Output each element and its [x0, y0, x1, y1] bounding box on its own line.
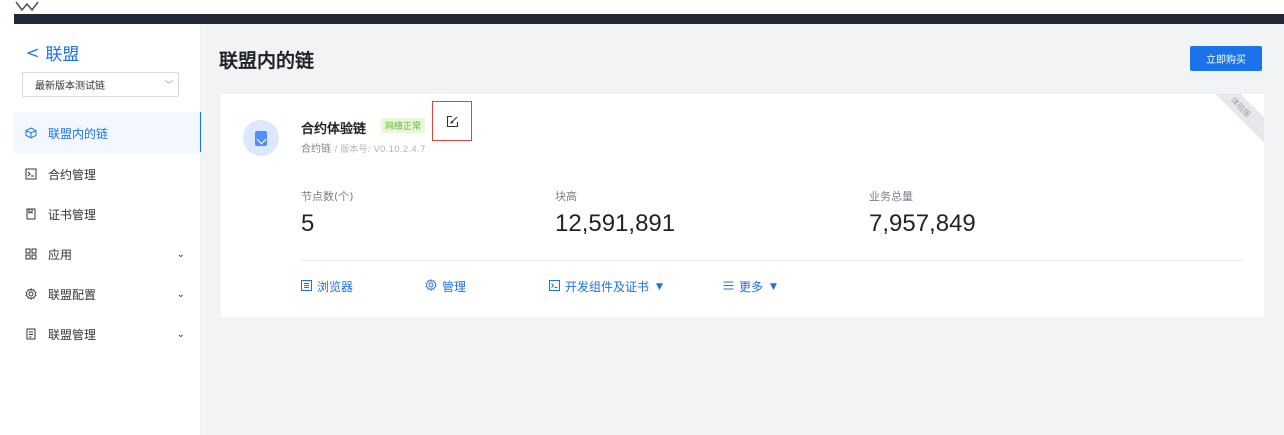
chain-type: 合约链	[301, 144, 331, 155]
chain-name: 合约体验链	[301, 122, 367, 137]
chevron-down-icon: ⌄	[176, 248, 185, 260]
stat-business-total: 业务总量 7,957,849	[869, 188, 976, 238]
gear-icon	[24, 287, 38, 301]
chevron-down-icon: ⌄	[176, 288, 185, 300]
sidebar-item-label: 联盟内的链	[48, 126, 109, 141]
stat-label: 节点数(个)	[301, 190, 354, 203]
sidebar-item-certificates[interactable]: 证书管理	[14, 194, 201, 234]
gear-icon	[425, 278, 437, 294]
action-label: 管理	[442, 280, 467, 294]
dev-components-dropdown[interactable]: 开发组件及证书 ▼	[549, 278, 663, 295]
sidebar-item-contracts[interactable]: 合约管理	[14, 154, 201, 194]
chevron-left-icon: <	[26, 43, 40, 62]
stat-label: 业务总量	[869, 190, 913, 203]
terminal-icon	[549, 279, 560, 294]
cube-icon	[24, 126, 38, 140]
version-value: V0.10.2.4.7	[373, 145, 426, 155]
header-strip	[14, 14, 1284, 24]
sidebar-item-chains[interactable]: 联盟内的链	[14, 112, 202, 154]
buy-now-button[interactable]: 立即购买	[1190, 46, 1262, 71]
chevron-down-icon: ⌄	[176, 328, 185, 340]
status-badge: 网络正常	[381, 118, 426, 133]
sidebar-item-label: 证书管理	[48, 207, 97, 222]
action-label: 开发组件及证书	[565, 280, 650, 294]
certificate-icon	[24, 207, 38, 221]
menu-icon	[723, 280, 734, 294]
main-content: 联盟内的链 立即购买 体验版 合约体验链 网络正常 合约链 / 版本号: V0.…	[201, 24, 1284, 435]
chain-select-value: 最新版本测试链	[35, 81, 105, 92]
back-label: 联盟	[45, 45, 80, 65]
stat-block-height: 块高 12,591,891	[555, 188, 675, 238]
document-icon	[255, 130, 267, 146]
separator: /	[334, 145, 338, 155]
action-label: 更多	[739, 280, 764, 294]
apps-grid-icon	[24, 247, 38, 261]
manage-link[interactable]: 管理	[425, 278, 466, 295]
sidebar-item-label: 应用	[48, 247, 73, 262]
edit-button[interactable]	[432, 101, 472, 141]
more-dropdown[interactable]: 更多 ▼	[723, 278, 777, 295]
version-label: 版本号:	[340, 145, 371, 155]
edit-icon	[446, 115, 458, 127]
stat-value: 12,591,891	[555, 210, 676, 237]
caret-down-icon: ▼	[656, 281, 663, 292]
sidebar-nav: 联盟内的链 合约管理 证书管理 应用 ⌄ 联盟配置 ⌄ 联盟管理 ⌄	[14, 112, 202, 354]
page-title: 联盟内的链	[219, 50, 315, 72]
sidebar-item-alliance-management[interactable]: 联盟管理 ⌄	[14, 314, 201, 354]
action-label: 浏览器	[317, 280, 354, 294]
stat-value: 7,957,849	[869, 210, 976, 237]
chain-select[interactable]: 最新版本测试链 ﹀	[22, 72, 179, 97]
sidebar-item-label: 联盟管理	[48, 327, 97, 342]
sidebar-item-label: 合约管理	[48, 167, 97, 182]
chain-avatar	[243, 120, 279, 156]
sidebar: < 联盟 最新版本测试链 ﹀ 联盟内的链 合约管理 证书管理 应用 ⌄ 联盟配置…	[14, 24, 202, 435]
divider	[301, 260, 1243, 261]
sidebar-item-apps[interactable]: 应用 ⌄	[14, 234, 201, 274]
top-bar	[0, 0, 1284, 24]
chain-card: 体验版 合约体验链 网络正常 合约链 / 版本号: V0.10.2.4.7 节点…	[221, 94, 1264, 317]
stat-value: 5	[301, 210, 315, 237]
sidebar-item-alliance-config[interactable]: 联盟配置 ⌄	[14, 274, 201, 314]
chevron-down-icon: ﹀	[164, 81, 174, 91]
trial-ribbon: 体验版	[1202, 94, 1264, 146]
logo-icon	[15, 1, 39, 12]
browser-link[interactable]: 浏览器	[301, 278, 353, 295]
caret-down-icon: ▼	[770, 281, 777, 292]
chain-subline: 合约链 / 版本号: V0.10.2.4.7	[301, 140, 426, 155]
browser-icon	[301, 279, 312, 294]
management-icon	[24, 327, 38, 341]
sidebar-item-label: 联盟配置	[48, 287, 97, 302]
stat-label: 块高	[555, 190, 577, 203]
terminal-icon	[24, 167, 38, 181]
stat-nodes: 节点数(个) 5	[301, 188, 354, 238]
back-link[interactable]: < 联盟	[26, 40, 79, 65]
